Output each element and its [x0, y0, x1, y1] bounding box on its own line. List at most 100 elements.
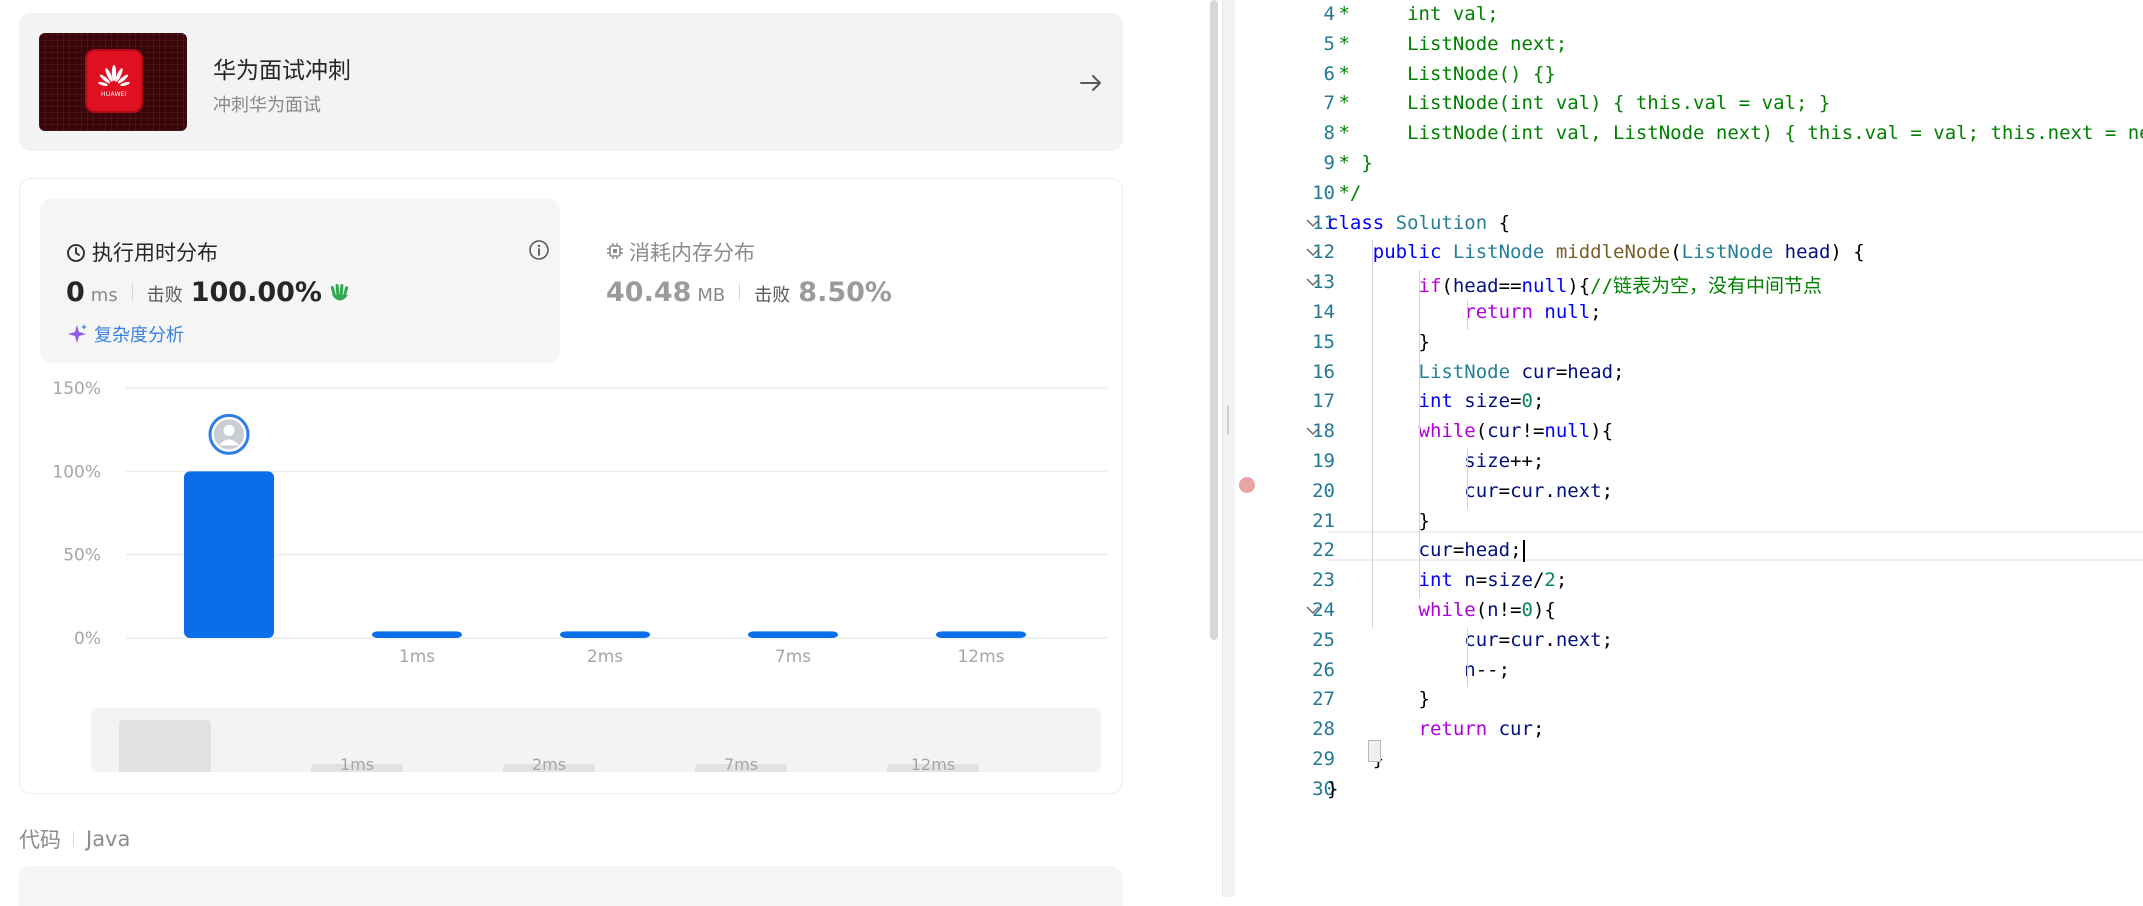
code-line[interactable]: 4 * int val; — [1235, 0, 2143, 30]
memory-unit: MB — [697, 285, 726, 306]
line-number: 15 — [1312, 330, 1335, 353]
line-number: 5 — [1323, 32, 1335, 55]
line-number: 20 — [1312, 479, 1335, 502]
fold-chevron-icon[interactable] — [1305, 602, 1321, 618]
clock-icon — [67, 244, 85, 262]
line-number: 30 — [1312, 777, 1335, 800]
line-number: 29 — [1312, 748, 1335, 770]
code-line[interactable]: 30} — [1235, 775, 2143, 805]
code-text: while(cur!=null){ — [1418, 420, 1614, 443]
code-text: cur=cur.next; — [1464, 479, 1614, 502]
chart-bar[interactable] — [184, 471, 274, 638]
code-text: int n=size/2; — [1418, 569, 1568, 592]
chart-bar[interactable] — [936, 631, 1026, 638]
arrow-right-icon[interactable] — [1077, 69, 1105, 97]
line-number: 4 — [1323, 3, 1335, 25]
code-line[interactable]: 11 class Solution { — [1235, 209, 2143, 239]
code-text: n--; — [1464, 658, 1511, 681]
code-line[interactable]: 27 } — [1235, 685, 2143, 715]
code-line[interactable]: 10 */ — [1235, 179, 2143, 209]
x-tick-label: 12ms — [957, 647, 1004, 667]
chart-bar[interactable] — [560, 631, 650, 638]
huawei-logo-icon: HUAWEI — [85, 49, 143, 113]
line-number: 21 — [1312, 509, 1335, 532]
code-section-header: 代码 Java — [19, 824, 130, 854]
overview-tick-label: 12ms — [911, 755, 955, 772]
chart-bar[interactable] — [748, 631, 838, 638]
overview-bar — [119, 720, 211, 772]
runtime-stat[interactable]: 执行用时分布 0 ms 击败 100.00% 复杂度分析 — [40, 199, 560, 363]
fold-chevron-icon[interactable] — [1305, 244, 1321, 260]
runtime-value-row: 0 ms 击败 100.00% — [66, 277, 352, 308]
runtime-beat-label: 击败 — [146, 285, 183, 306]
code-text: size++; — [1464, 450, 1545, 472]
divider — [739, 283, 741, 301]
code-text: * ListNode() {} — [1327, 62, 1556, 85]
complexity-analysis-label: 复杂度分析 — [94, 325, 184, 346]
complexity-analysis-link[interactable]: 复杂度分析 — [66, 321, 184, 347]
code-line[interactable]: 7 * ListNode(int val) { this.val = val; … — [1235, 89, 2143, 119]
x-tick-label: 7ms — [775, 647, 811, 667]
code-text: } — [1327, 777, 1339, 800]
code-text: */ — [1327, 181, 1362, 204]
promo-subtitle: 冲刺华为面试 — [213, 95, 321, 116]
code-text: * ListNode(int val) { this.val = val; } — [1327, 92, 1831, 115]
code-text: * int val; — [1327, 3, 1499, 25]
chip-icon — [607, 243, 623, 259]
indent-guide — [1419, 270, 1420, 598]
code-line[interactable]: 25 cur=cur.next; — [1235, 626, 2143, 656]
indent-guide — [1467, 300, 1468, 330]
code-line[interactable]: 26 n--; — [1235, 656, 2143, 686]
overview-tick-label: 1ms — [340, 755, 374, 772]
info-icon[interactable] — [528, 239, 550, 261]
logo-wordmark: HUAWEI — [101, 90, 127, 98]
code-preview-card — [19, 866, 1123, 906]
line-number: 22 — [1312, 539, 1335, 562]
code-line[interactable]: 6 * ListNode() {} — [1235, 60, 2143, 90]
left-panel-scrollbar[interactable] — [1210, 0, 1218, 640]
code-text: * } — [1327, 152, 1373, 174]
promo-title: 华为面试冲刺 — [213, 58, 351, 84]
line-number: 23 — [1312, 569, 1335, 592]
code-text: class Solution { — [1327, 211, 1511, 234]
code-line[interactable]: 5 * ListNode next; — [1235, 30, 2143, 60]
line-number: 25 — [1312, 628, 1335, 651]
code-text: * ListNode next; — [1327, 32, 1568, 55]
line-number: 9 — [1323, 152, 1335, 174]
line-number: 6 — [1323, 62, 1335, 85]
line-number: 17 — [1312, 390, 1335, 413]
code-text: * ListNode(int val, ListNode next) { thi… — [1327, 122, 2143, 145]
range-slider-overview[interactable]: 1ms 2ms 7ms 12ms — [91, 708, 1101, 772]
panel-resizer[interactable] — [1222, 0, 1235, 897]
code-label: 代码 — [19, 828, 61, 852]
code-text: return cur; — [1418, 718, 1545, 741]
x-tick-label: 2ms — [587, 647, 623, 667]
overview-tick-label: 7ms — [724, 755, 758, 772]
memory-value-row: 40.48 MB 击败 8.50% — [606, 277, 892, 308]
code-language: Java — [86, 827, 131, 851]
code-line[interactable]: 8 * ListNode(int val, ListNode next) { t… — [1235, 119, 2143, 149]
overview-tick-label: 2ms — [532, 755, 566, 772]
promo-banner[interactable]: HUAWEI 华为面试冲刺 冲刺华为面试 — [19, 13, 1123, 151]
line-number: 19 — [1312, 450, 1335, 472]
chart-bar[interactable] — [372, 631, 462, 638]
divider — [73, 831, 74, 847]
code-text: } — [1327, 509, 1430, 532]
line-number: 10 — [1312, 181, 1335, 204]
text-cursor — [1522, 540, 1525, 563]
code-text: cur=cur.next; — [1464, 628, 1614, 651]
bracket-match-highlight — [1368, 740, 1381, 762]
fold-chevron-icon[interactable] — [1305, 215, 1321, 231]
code-editor[interactable]: 4 * int val; 5 * ListNode next; 6 * ListNo… — [1235, 0, 2143, 897]
runtime-value: 0 — [66, 277, 85, 308]
indent-guide — [1372, 240, 1373, 628]
memory-title[interactable]: 消耗内存分布 — [629, 237, 755, 267]
y-tick-label: 0% — [74, 629, 101, 649]
resizer-grip[interactable] — [1227, 405, 1229, 435]
fold-chevron-icon[interactable] — [1305, 274, 1321, 290]
submission-panel: HUAWEI 华为面试冲刺 冲刺华为面试 执行用时分布 0 ms 击败 100.… — [0, 0, 1208, 906]
fold-chevron-icon[interactable] — [1305, 423, 1321, 439]
line-number: 26 — [1312, 658, 1335, 681]
line-number: 8 — [1323, 122, 1335, 145]
code-line[interactable]: 9 * } — [1235, 149, 2143, 179]
